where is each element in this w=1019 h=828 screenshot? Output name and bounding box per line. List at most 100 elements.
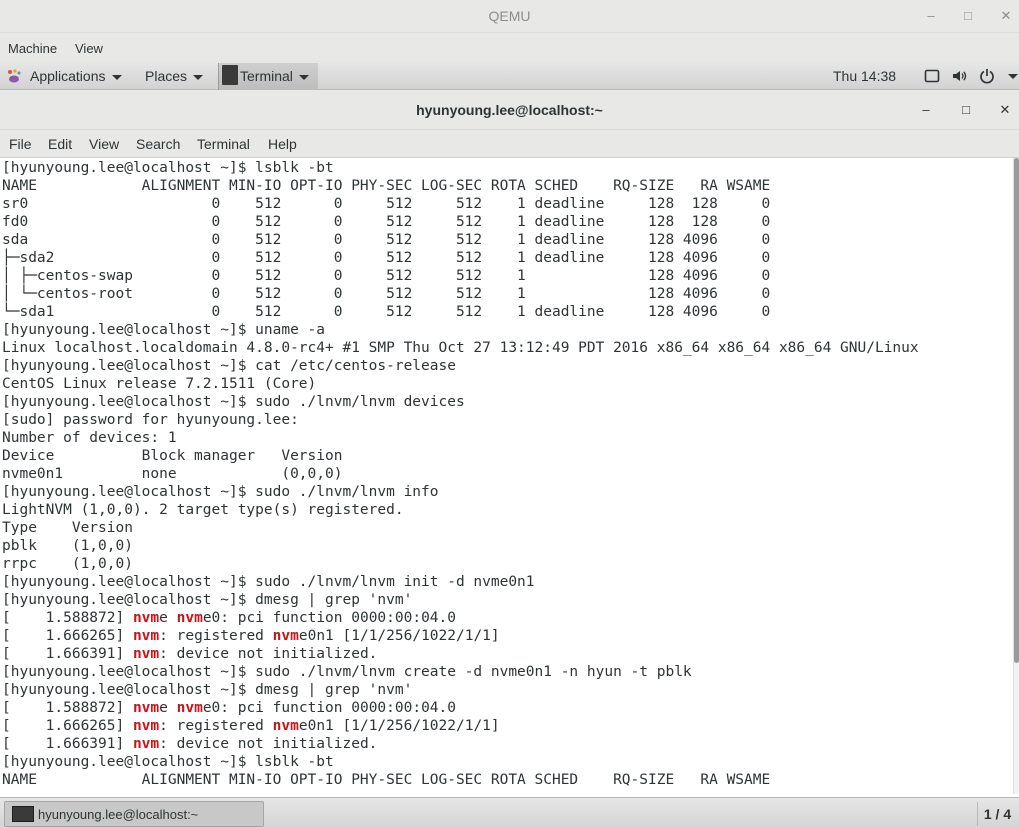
terminal-line: CentOS Linux release 7.2.1511 (Core): [2, 375, 316, 393]
terminal-text: NAME ALIGNMENT MIN-IO OPT-IO PHY-SEC LOG…: [2, 178, 771, 194]
highlighted-match: nvm: [132, 628, 160, 644]
terminal-text: e0: pci function 0000:00:04.0: [202, 700, 456, 716]
display-icon[interactable]: [924, 68, 940, 84]
terminal-text: e: [159, 700, 177, 716]
terminal-line: [ 1.666265] nvm: registered nvme0n1 [1/1…: [2, 627, 500, 645]
terminal-text: fd0 0 512 0 512 512 1 deadline 128 128 0: [2, 214, 771, 230]
terminal-icon: [12, 806, 34, 822]
menu-view[interactable]: View: [89, 136, 119, 152]
applications-label: Applications: [30, 68, 106, 84]
taskbar-terminal-item[interactable]: hyunyoung.lee@localhost:~: [4, 801, 264, 827]
terminal-text: Type Version: [2, 520, 133, 536]
gnome-top-panel: Applications Places Terminal Thu 14:38: [0, 63, 1019, 90]
highlighted-match: nvm: [176, 610, 203, 626]
highlighted-match: nvm: [132, 610, 160, 626]
terminal-maximize-button[interactable]: □: [955, 100, 977, 120]
highlighted-match: nvm: [176, 700, 203, 716]
places-label: Places: [145, 68, 188, 84]
highlighted-match: nvm: [132, 718, 160, 734]
terminal-line: pblk (1,0,0): [2, 537, 133, 555]
terminal-text: Device Block manager Version: [2, 448, 343, 464]
system-menu-chevron-icon[interactable]: [1008, 74, 1018, 79]
terminal-menubar: File Edit View Search Terminal Help: [0, 130, 1019, 158]
chevron-down-icon: [111, 74, 122, 80]
chevron-down-icon: [193, 74, 204, 80]
scrollbar-thumb[interactable]: [1014, 158, 1019, 663]
terminal-text: │ └─centos-root 0 512 0 512 512 1 128 40…: [2, 286, 771, 302]
terminal-line: [sudo] password for hyunyoung.lee:: [2, 411, 299, 429]
terminal-text: CentOS Linux release 7.2.1511 (Core): [2, 376, 317, 392]
highlighted-match: nvm: [132, 700, 160, 716]
terminal-line: [hyunyoung.lee@localhost ~]$ lsblk -bt: [2, 753, 334, 771]
terminal-text: sr0 0 512 0 512 512 1 deadline 128 128 0: [2, 196, 771, 212]
terminal-line: [ 1.588872] nvme nvme0: pci function 000…: [2, 609, 456, 627]
terminal-line: [hyunyoung.lee@localhost ~]$ dmesg | gre…: [2, 681, 412, 699]
terminal-app-menu[interactable]: Terminal: [218, 63, 318, 90]
terminal-line: Device Block manager Version: [2, 447, 342, 465]
menu-edit[interactable]: Edit: [48, 136, 72, 152]
terminal-minimize-button[interactable]: –: [915, 100, 937, 120]
menu-help[interactable]: Help: [268, 136, 297, 152]
highlighted-match: nvm: [272, 718, 299, 734]
terminal-text: : registered: [159, 718, 273, 734]
terminal-line: ├─sda2 0 512 0 512 512 1 deadline 128 40…: [2, 249, 770, 267]
terminal-line: │ └─centos-root 0 512 0 512 512 1 128 40…: [2, 285, 770, 303]
terminal-line: [hyunyoung.lee@localhost ~]$ sudo ./lnvm…: [2, 573, 535, 591]
terminal-line: [hyunyoung.lee@localhost ~]$ dmesg | gre…: [2, 591, 412, 609]
power-icon[interactable]: [979, 68, 995, 84]
terminal-line: [ 1.666391] nvm: device not initialized.: [2, 645, 377, 663]
terminal-text: [ 1.588872]: [2, 610, 133, 626]
terminal-line: [ 1.588872] nvme nvme0: pci function 000…: [2, 699, 456, 717]
terminal-line: │ ├─centos-swap 0 512 0 512 512 1 128 40…: [2, 267, 770, 285]
terminal-titlebar: hyunyoung.lee@localhost:~ – □ ✕: [0, 90, 1019, 130]
menu-file[interactable]: File: [9, 136, 32, 152]
terminal-text: [hyunyoung.lee@localhost ~]$ dmesg | gre…: [2, 682, 413, 698]
qemu-titlebar: QEMU – □ ✕: [0, 0, 1019, 33]
terminal-text: ├─sda2 0 512 0 512 512 1 deadline 128 40…: [2, 250, 771, 266]
chevron-down-icon: [298, 74, 309, 80]
terminal-text: Number of devices: 1: [2, 430, 177, 446]
highlighted-match: nvm: [132, 646, 160, 662]
menu-terminal[interactable]: Terminal: [197, 136, 250, 152]
terminal-line: [hyunyoung.lee@localhost ~]$ sudo ./lnvm…: [2, 393, 465, 411]
qemu-menubar: Machine View: [0, 33, 1019, 63]
qemu-minimize-button[interactable]: –: [920, 6, 942, 26]
terminal-text: e0n1 [1/1/256/1022/1/1]: [298, 628, 500, 644]
highlighted-match: nvm: [132, 736, 160, 752]
terminal-text: [ 1.666265]: [2, 718, 133, 734]
terminal-text: NAME ALIGNMENT MIN-IO OPT-IO PHY-SEC LOG…: [2, 772, 771, 788]
terminal-text: [ 1.666391]: [2, 736, 133, 752]
menu-view[interactable]: View: [75, 41, 103, 56]
places-menu[interactable]: Places: [145, 68, 204, 84]
terminal-text: └─sda1 0 512 0 512 512 1 deadline 128 40…: [2, 304, 771, 320]
terminal-text: [ 1.588872]: [2, 700, 133, 716]
terminal-line: [hyunyoung.lee@localhost ~]$ sudo ./lnvm…: [2, 483, 439, 501]
applications-menu[interactable]: Applications: [30, 68, 122, 84]
terminal-line: [ 1.666265] nvm: registered nvme0n1 [1/1…: [2, 717, 500, 735]
terminal-text: e0n1 [1/1/256/1022/1/1]: [298, 718, 500, 734]
terminal-close-button[interactable]: ✕: [994, 100, 1016, 120]
terminal-line: [hyunyoung.lee@localhost ~]$ sudo ./lnvm…: [2, 663, 692, 681]
workspace-switcher[interactable]: 1 / 4: [977, 802, 1017, 826]
terminal-text: [hyunyoung.lee@localhost ~]$ dmesg | gre…: [2, 592, 413, 608]
qemu-close-button[interactable]: ✕: [995, 6, 1017, 26]
terminal-text: [hyunyoung.lee@localhost ~]$ sudo ./lnvm…: [2, 394, 465, 410]
volume-icon[interactable]: [951, 68, 967, 84]
terminal-line: [ 1.666391] nvm: device not initialized.: [2, 735, 377, 753]
terminal-output[interactable]: [hyunyoung.lee@localhost ~]$ lsblk -bt NA…: [0, 158, 1013, 794]
terminal-line: [hyunyoung.lee@localhost ~]$ lsblk -bt: [2, 159, 334, 177]
terminal-text: │ ├─centos-swap 0 512 0 512 512 1 128 40…: [2, 268, 771, 284]
terminal-line: fd0 0 512 0 512 512 1 deadline 128 128 0: [2, 213, 770, 231]
terminal-line: sda 0 512 0 512 512 1 deadline 128 4096 …: [2, 231, 770, 249]
menu-machine[interactable]: Machine: [8, 41, 57, 56]
qemu-maximize-button[interactable]: □: [957, 6, 979, 26]
menu-search[interactable]: Search: [136, 136, 180, 152]
qemu-window-title: QEMU: [488, 8, 531, 24]
terminal-line: sr0 0 512 0 512 512 1 deadline 128 128 0: [2, 195, 770, 213]
terminal-text: : device not initialized.: [159, 736, 378, 752]
terminal-text: Linux localhost.localdomain 4.8.0-rc4+ #…: [2, 340, 919, 356]
terminal-scrollbar[interactable]: [1013, 158, 1019, 794]
terminal-text: LightNVM (1,0,0). 2 target type(s) regis…: [2, 502, 404, 518]
clock[interactable]: Thu 14:38: [833, 68, 896, 84]
terminal-line: [hyunyoung.lee@localhost ~]$ uname -a: [2, 321, 325, 339]
